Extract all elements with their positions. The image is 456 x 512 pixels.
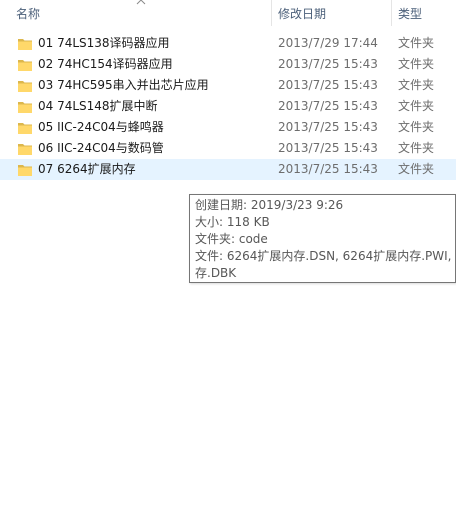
list-item[interactable]: 01 74LS138译码器应用 2013/7/29 17:44 文件夹 (0, 33, 456, 54)
folder-icon (18, 144, 32, 155)
list-item[interactable]: 02 74HC154译码器应用 2013/7/25 15:43 文件夹 (0, 54, 456, 75)
tooltip-subfolders: 文件夹: code (195, 232, 268, 246)
file-name: 06 IIC-24C04与数码管 (38, 141, 164, 155)
modified-date: 2013/7/25 15:43 (278, 141, 378, 155)
file-name: 01 74LS138译码器应用 (38, 36, 170, 50)
file-type: 文件夹 (398, 99, 435, 113)
column-header-date[interactable]: 修改日期 (278, 5, 388, 23)
tooltip-files: 文件: 6264扩展内存.DSN, 6264扩展内存.PWI, La (195, 249, 456, 263)
list-item[interactable]: 04 74LS148扩展中断 2013/7/25 15:43 文件夹 (0, 96, 456, 117)
folder-info-tooltip: 创建日期: 2019/3/23 9:26 大小: 118 KB 文件夹: cod… (189, 194, 456, 283)
file-name: 05 IIC-24C04与蜂鸣器 (38, 120, 164, 134)
file-list: 01 74LS138译码器应用 2013/7/29 17:44 文件夹 02 7… (0, 33, 456, 180)
file-name: 02 74HC154译码器应用 (38, 57, 173, 71)
column-header-bar: 名称 修改日期 类型 (0, 0, 456, 28)
file-name: 03 74HC595串入并出芯片应用 (38, 78, 209, 92)
modified-date: 2013/7/25 15:43 (278, 120, 378, 134)
file-name: 07 6264扩展内存 (38, 162, 136, 176)
file-type: 文件夹 (398, 57, 435, 71)
tooltip-files-continued: 存.DBK (195, 266, 237, 280)
list-item[interactable]: 06 IIC-24C04与数码管 2013/7/25 15:43 文件夹 (0, 138, 456, 159)
column-divider[interactable] (271, 0, 272, 26)
folder-icon (18, 123, 32, 134)
list-item[interactable]: 03 74HC595串入并出芯片应用 2013/7/25 15:43 文件夹 (0, 75, 456, 96)
file-explorer: 名称 修改日期 类型 01 74LS138译码器应用 2013/7/29 17:… (0, 0, 456, 512)
column-header-type[interactable]: 类型 (398, 5, 456, 23)
modified-date: 2013/7/29 17:44 (278, 36, 378, 50)
modified-date: 2013/7/25 15:43 (278, 162, 378, 176)
modified-date: 2013/7/25 15:43 (278, 99, 378, 113)
folder-icon (18, 165, 32, 176)
list-item-selected[interactable]: 07 6264扩展内存 2013/7/25 15:43 文件夹 (0, 159, 456, 180)
column-header-name[interactable]: 名称 (16, 5, 266, 23)
list-item[interactable]: 05 IIC-24C04与蜂鸣器 2013/7/25 15:43 文件夹 (0, 117, 456, 138)
folder-icon (18, 60, 32, 71)
tooltip-created-date: 创建日期: 2019/3/23 9:26 (195, 198, 344, 212)
file-type: 文件夹 (398, 162, 435, 176)
folder-icon (18, 81, 32, 92)
folder-icon (18, 39, 32, 50)
file-type: 文件夹 (398, 78, 435, 92)
file-name: 04 74LS148扩展中断 (38, 99, 158, 113)
modified-date: 2013/7/25 15:43 (278, 78, 378, 92)
file-type: 文件夹 (398, 120, 435, 134)
modified-date: 2013/7/25 15:43 (278, 57, 378, 71)
folder-icon (18, 102, 32, 113)
column-divider[interactable] (391, 0, 392, 26)
file-type: 文件夹 (398, 141, 435, 155)
tooltip-size: 大小: 118 KB (195, 215, 270, 229)
file-type: 文件夹 (398, 36, 435, 50)
